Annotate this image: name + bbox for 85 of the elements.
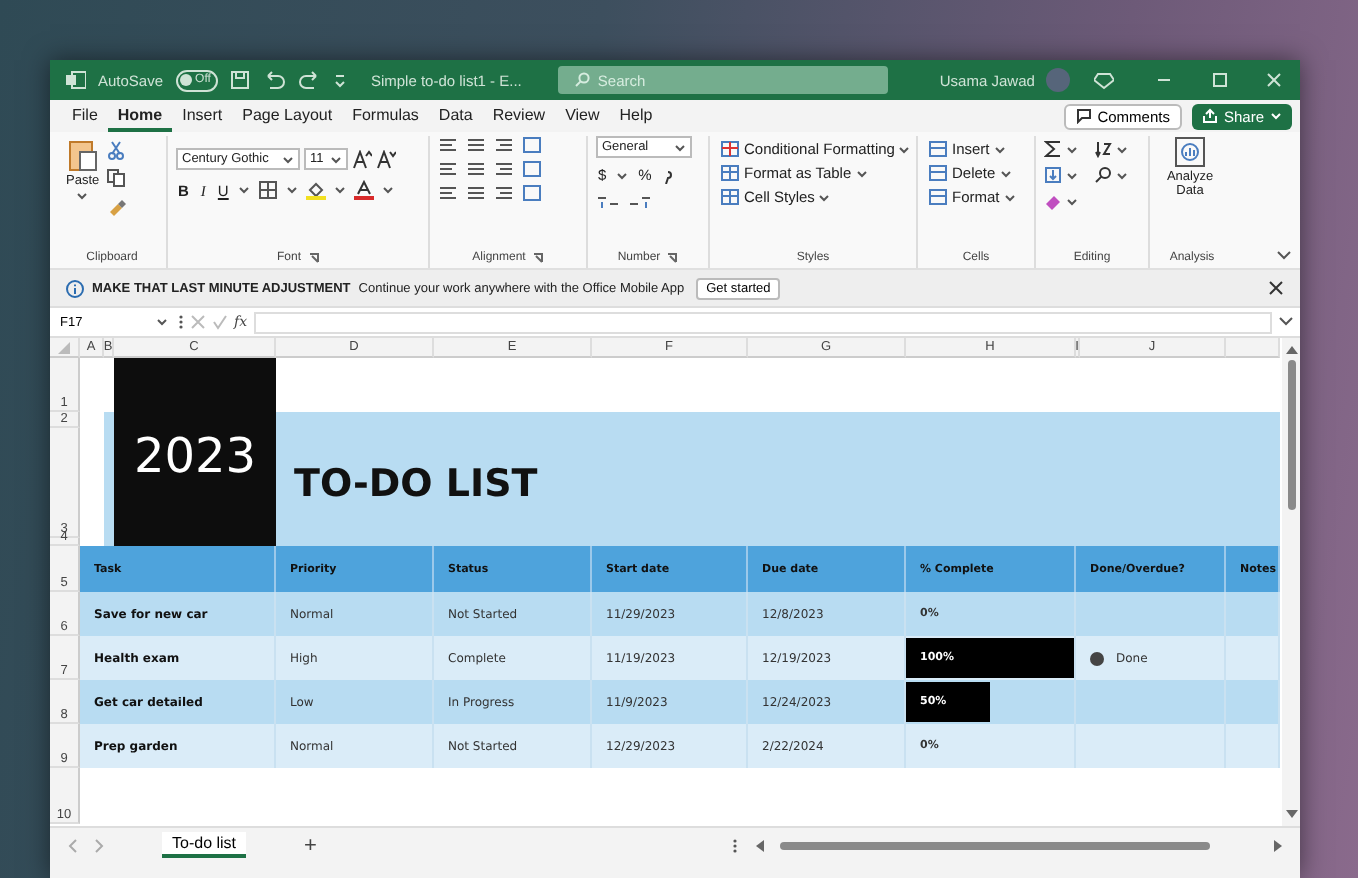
menu-tab[interactable]: Review xyxy=(482,101,556,131)
caret-icon[interactable] xyxy=(1116,143,1128,155)
caret-icon[interactable] xyxy=(330,153,342,165)
menu-tab[interactable]: Formulas xyxy=(342,101,429,131)
comment-icon xyxy=(1075,108,1092,124)
comma-style-icon[interactable] xyxy=(661,166,674,184)
decrease-font-icon[interactable] xyxy=(376,149,396,169)
cut-icon[interactable] xyxy=(105,140,126,160)
dialog-launcher-icon[interactable] xyxy=(666,252,679,264)
conditional-format-icon xyxy=(720,140,740,158)
menu-tab[interactable]: Insert xyxy=(172,101,233,131)
menu-tab[interactable]: View xyxy=(555,101,610,131)
horizontal-scrollbar[interactable] xyxy=(780,841,1210,849)
caret-icon[interactable] xyxy=(238,184,251,196)
save-icon[interactable] xyxy=(230,70,251,90)
align-icon[interactable] xyxy=(438,136,458,154)
delete-cells-icon xyxy=(928,164,948,182)
menu-tab[interactable]: Help xyxy=(609,101,663,131)
scroll-right-icon[interactable] xyxy=(1274,839,1284,851)
caret-icon[interactable] xyxy=(1066,195,1078,207)
eraser-icon[interactable] xyxy=(1044,192,1062,210)
scroll-left-icon[interactable] xyxy=(754,839,764,851)
table-icon xyxy=(720,164,740,182)
expand-icon[interactable] xyxy=(1278,316,1294,328)
caret-icon[interactable] xyxy=(334,184,347,196)
analyze-data-icon xyxy=(1174,136,1206,168)
caret-icon[interactable] xyxy=(1116,169,1128,181)
format-painter-icon[interactable] xyxy=(105,196,126,216)
close-icon[interactable] xyxy=(1268,280,1284,296)
align-icon[interactable] xyxy=(494,160,514,178)
copy-icon[interactable] xyxy=(105,168,126,188)
align-icon[interactable] xyxy=(466,160,486,178)
info-icon xyxy=(66,279,84,297)
dialog-launcher-icon[interactable] xyxy=(531,252,544,264)
insert-cells-icon xyxy=(928,140,948,158)
format-cells-icon xyxy=(928,188,948,206)
diamond-icon[interactable] xyxy=(1094,70,1115,90)
scroll-up-icon[interactable] xyxy=(1285,344,1297,354)
menu-tab[interactable]: Page Layout xyxy=(232,101,343,131)
more-icon[interactable] xyxy=(732,837,738,853)
formula-input[interactable] xyxy=(253,311,1272,333)
caret-icon[interactable] xyxy=(156,316,168,328)
dialog-launcher-icon[interactable] xyxy=(307,252,319,264)
undo-icon[interactable] xyxy=(262,70,287,90)
excel-logo-icon[interactable] xyxy=(66,70,86,90)
align-icon[interactable] xyxy=(438,160,458,178)
maximize-icon[interactable] xyxy=(1209,70,1230,90)
align-icon[interactable] xyxy=(466,136,486,154)
menu-tab[interactable]: Data xyxy=(428,101,483,131)
caret-icon[interactable] xyxy=(674,141,686,153)
year-label: 2023 xyxy=(114,358,276,546)
caret-icon[interactable] xyxy=(1066,169,1078,181)
cell-styles-icon xyxy=(720,188,740,206)
sheet-tab[interactable]: To-do list xyxy=(162,832,247,858)
status-dot-icon xyxy=(1090,651,1104,665)
borders-icon[interactable] xyxy=(258,180,279,200)
fill-color-icon[interactable] xyxy=(306,180,327,200)
caret-icon[interactable] xyxy=(382,184,395,196)
share-icon xyxy=(1201,108,1218,124)
sheet-title: TO-DO LIST xyxy=(292,459,540,509)
find-icon[interactable] xyxy=(1094,166,1112,184)
collapse-ribbon-icon[interactable] xyxy=(1276,250,1292,262)
caret-icon[interactable] xyxy=(855,167,868,179)
caret-icon[interactable] xyxy=(616,169,629,181)
caret-icon[interactable] xyxy=(282,153,294,165)
increase-font-icon[interactable] xyxy=(352,149,372,169)
caret-icon[interactable] xyxy=(76,190,89,202)
scroll-down-icon[interactable] xyxy=(1285,810,1297,820)
font-color-icon[interactable] xyxy=(354,180,375,200)
sort-filter-icon[interactable] xyxy=(1094,140,1112,158)
caret-icon[interactable] xyxy=(286,184,299,196)
caret-icon xyxy=(1270,110,1282,122)
add-sheet-button[interactable]: + xyxy=(292,831,329,859)
more-icon[interactable] xyxy=(178,314,184,330)
caret-icon[interactable] xyxy=(1066,143,1078,155)
redo-icon[interactable] xyxy=(298,70,323,90)
vertical-scrollbar[interactable] xyxy=(1287,360,1295,510)
menu-tab[interactable]: File xyxy=(62,101,108,131)
caret-icon[interactable] xyxy=(898,143,911,155)
autosum-icon[interactable] xyxy=(1044,140,1062,158)
align-icon[interactable] xyxy=(494,136,514,154)
search-icon xyxy=(573,72,590,88)
caret-icon[interactable] xyxy=(818,191,831,203)
fill-icon[interactable] xyxy=(1044,166,1062,184)
customize-icon[interactable] xyxy=(334,72,347,88)
